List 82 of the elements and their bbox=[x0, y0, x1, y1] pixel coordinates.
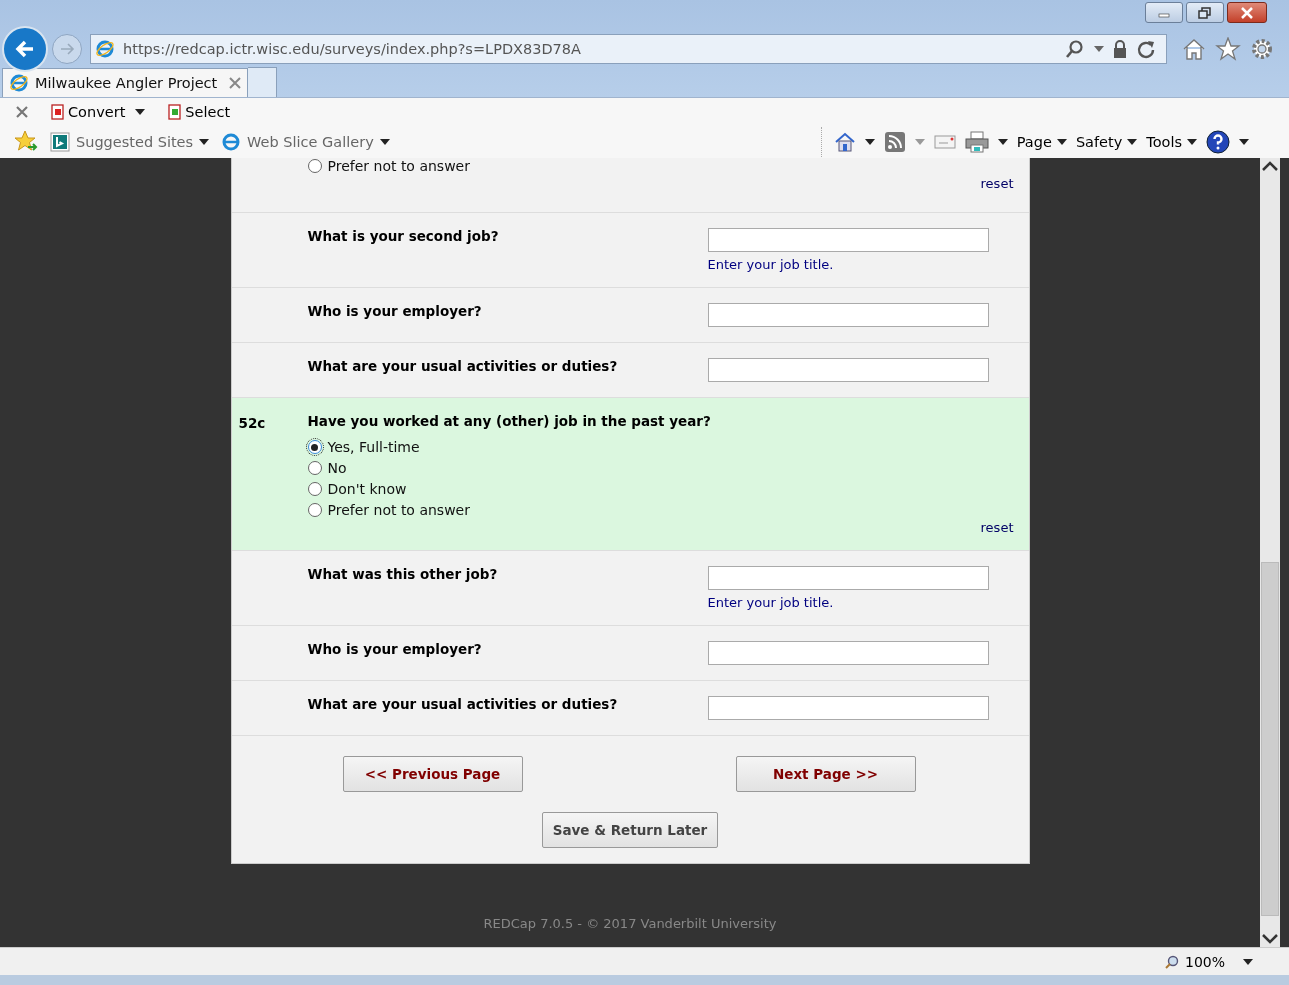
back-button[interactable] bbox=[2, 26, 48, 72]
feed-icon[interactable] bbox=[883, 130, 906, 153]
footer-text: REDCap 7.0.5 - © 2017 Vanderbilt University bbox=[483, 916, 777, 931]
radio-button[interactable] bbox=[307, 461, 322, 475]
reset-link[interactable]: reset bbox=[980, 520, 1014, 535]
command-menu[interactable]: Safety bbox=[1075, 133, 1123, 150]
caret-icon[interactable] bbox=[1239, 138, 1249, 145]
caret-icon[interactable] bbox=[1243, 958, 1253, 965]
document-icon bbox=[167, 103, 184, 120]
question-label: What is your second job? bbox=[307, 228, 500, 244]
question-label: What was this other job? bbox=[307, 566, 499, 582]
field-note: Enter your job title. bbox=[707, 257, 835, 272]
favorites-link[interactable]: Web Slice Gallery bbox=[247, 133, 374, 150]
close-button[interactable] bbox=[1227, 2, 1267, 23]
option-label[interactable]: Prefer not to answer bbox=[327, 158, 470, 174]
caret-icon[interactable] bbox=[1127, 138, 1138, 145]
lock-icon[interactable] bbox=[1112, 39, 1128, 59]
browser-page-icon bbox=[221, 131, 242, 152]
option-label[interactable]: Yes, Full-time bbox=[327, 439, 420, 455]
reset-link[interactable]: reset bbox=[980, 176, 1014, 191]
next-page-button[interactable]: Next Page >> bbox=[735, 756, 916, 792]
restore-icon bbox=[1198, 6, 1212, 19]
input-field[interactable] bbox=[707, 358, 989, 382]
favorites-link[interactable]: Suggested Sites bbox=[76, 133, 194, 150]
scrollbar-thumb[interactable] bbox=[1261, 562, 1279, 916]
question-label: What are your usual activities or duties? bbox=[307, 358, 619, 374]
radio-button[interactable] bbox=[307, 482, 322, 496]
star-icon[interactable] bbox=[1215, 37, 1241, 61]
caret-icon[interactable] bbox=[997, 138, 1008, 145]
browser-page-icon bbox=[9, 73, 29, 93]
input-field[interactable] bbox=[707, 566, 989, 590]
home-icon[interactable] bbox=[833, 130, 856, 153]
url-text: https://redcap.ictr.wisc.edu/surveys/index.php?s=LPDX83D78A bbox=[123, 41, 582, 57]
tab-title: Milwaukee Angler Project bbox=[35, 75, 219, 91]
document-icon bbox=[50, 103, 66, 120]
caret-icon[interactable] bbox=[135, 108, 146, 115]
help-icon[interactable] bbox=[1206, 129, 1230, 154]
caret-icon[interactable] bbox=[199, 138, 210, 145]
browser-page-icon bbox=[95, 39, 115, 59]
field-note: Enter your job title. bbox=[707, 595, 835, 610]
question-label: Who is your employer? bbox=[307, 303, 483, 319]
option-label[interactable]: Prefer not to answer bbox=[327, 502, 470, 518]
close-icon bbox=[1240, 6, 1254, 19]
input-field[interactable] bbox=[707, 641, 989, 665]
caret-icon[interactable] bbox=[864, 138, 875, 145]
input-field[interactable] bbox=[707, 228, 989, 252]
previous-page-button[interactable]: << Previous Page bbox=[342, 756, 523, 792]
save-return-button[interactable]: Save & Return Later bbox=[541, 812, 719, 848]
address-bar[interactable]: https://redcap.ictr.wisc.edu/surveys/index.php?s=LPDX83D78A bbox=[90, 34, 1167, 64]
close-icon[interactable] bbox=[229, 77, 241, 89]
arrow-right-icon bbox=[59, 41, 75, 57]
caret-icon[interactable] bbox=[1056, 138, 1067, 145]
scrollbar[interactable] bbox=[1260, 158, 1280, 947]
radio-button[interactable] bbox=[307, 503, 322, 517]
favorites-star-icon[interactable] bbox=[14, 129, 38, 154]
minimize-button[interactable] bbox=[1145, 2, 1183, 23]
command-menu[interactable]: Page bbox=[1016, 133, 1052, 150]
printer-icon[interactable] bbox=[964, 130, 989, 153]
zoom-icon[interactable] bbox=[1164, 954, 1179, 969]
close-icon[interactable] bbox=[16, 105, 28, 118]
settings-icon[interactable] bbox=[1249, 37, 1275, 61]
zoom-level[interactable]: 100% bbox=[1184, 953, 1225, 970]
question-label: Who is your employer? bbox=[307, 641, 483, 657]
question-number: 52c bbox=[238, 415, 266, 431]
caret-icon[interactable] bbox=[379, 138, 390, 145]
home-icon[interactable] bbox=[1181, 37, 1207, 61]
command-menu[interactable]: Tools bbox=[1146, 133, 1182, 150]
caret-icon[interactable] bbox=[1187, 138, 1197, 145]
radio-button[interactable] bbox=[307, 440, 322, 454]
question-label: What are your usual activities or duties? bbox=[307, 696, 619, 712]
toolbar-button[interactable]: Select bbox=[185, 103, 231, 120]
bing-icon bbox=[50, 131, 70, 152]
restore-button[interactable] bbox=[1186, 2, 1224, 23]
browser-tab[interactable]: Milwaukee Angler Project bbox=[2, 68, 248, 97]
refresh-icon[interactable] bbox=[1136, 39, 1156, 59]
toolbar-button[interactable]: Convert bbox=[68, 103, 126, 120]
option-label[interactable]: No bbox=[327, 460, 347, 476]
radio-button[interactable] bbox=[307, 159, 322, 173]
input-field[interactable] bbox=[707, 696, 989, 720]
input-field[interactable] bbox=[707, 303, 989, 327]
question-label: Have you worked at any (other) job in the past year? bbox=[307, 413, 712, 429]
option-label[interactable]: Don't know bbox=[327, 481, 407, 497]
